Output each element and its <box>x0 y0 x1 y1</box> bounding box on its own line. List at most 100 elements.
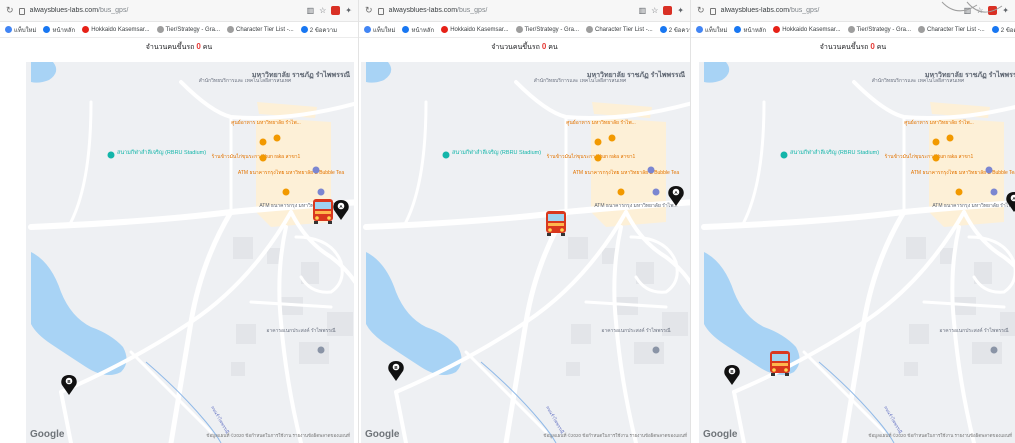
bookmark-item[interactable]: แท็บใหม่ <box>696 25 727 35</box>
bookmark-icon <box>82 26 90 33</box>
passenger-counter: จำนวนคนขึ้นรถ 0 คน <box>359 42 690 56</box>
bookmark-item[interactable]: Tier/Strategy - Gra... <box>847 26 912 33</box>
url-field[interactable]: alwaysblues-labs.com/bus_gps/ <box>30 7 302 14</box>
lock-icon <box>377 8 384 15</box>
google-logo: Google <box>703 429 738 440</box>
atm-icon <box>647 166 655 174</box>
lock-icon <box>709 8 716 15</box>
office-label: สำนักวิทยบริการและ เทคโนโลยีสารสนเทศ <box>534 77 627 84</box>
google-logo: Google <box>365 429 400 440</box>
building <box>909 324 929 344</box>
url-field[interactable]: alwaysblues-labs.com/bus_gps/ <box>389 7 634 14</box>
bus-map[interactable]: มหาวิทยาลัย ราชภัฏ รำไพพรรณี สำนักวิทยบร… <box>26 62 354 443</box>
bookmark-icon <box>515 26 523 33</box>
bookmark-label: Tier/Strategy - Gra... <box>856 26 912 33</box>
building <box>634 342 664 364</box>
atm-2-label: ATM ธนาคารกรุง มหาวิทยาลัย รำไพ... <box>932 202 1015 209</box>
hall-label: อาคารอเนกประสงค์ รำไพพรรณี <box>601 327 671 334</box>
bookmark-item[interactable]: Tier/Strategy - Gra... <box>515 26 579 33</box>
cafe-icon <box>955 188 963 196</box>
bus-icon[interactable] <box>770 351 790 376</box>
stadium-label: สนามกีฬาสำลีเจริญ (RBRU Stadium) <box>790 149 879 156</box>
atm-icon <box>990 188 998 196</box>
bookmark-item[interactable]: แท็บใหม่ <box>5 25 36 35</box>
khun-raka-label: ร้านข้าวมันไก่ขุนระกา Khun raka สาขา1 <box>884 153 973 160</box>
restaurant-icon <box>608 134 616 142</box>
map-footer[interactable]: ข้อมูลแผนที่ ©2020 ข้อกำหนดในการใช้งาน ร… <box>543 432 687 439</box>
map-footer[interactable]: ข้อมูลแผนที่ ©2020 ข้อกำหนดในการใช้งาน ร… <box>868 432 1012 439</box>
browser-window-2: ↻ alwaysblues-labs.com/bus_gps/ ▥ ☆ ✦ แท… <box>358 0 690 443</box>
building <box>906 237 926 259</box>
bookmark-item[interactable]: แท็บใหม่ <box>364 25 395 35</box>
bookmark-icon <box>441 26 449 33</box>
bookmark-item[interactable]: Hokkaido Kasemsar... <box>773 26 841 33</box>
star-icon[interactable]: ☆ <box>651 6 658 15</box>
bookmark-label: แท็บใหม่ <box>705 27 728 34</box>
bookmark-item[interactable]: Character Tier List -... <box>586 26 653 33</box>
reload-icon[interactable]: ↻ <box>697 5 705 16</box>
bookmark-label: หน้าหลัก <box>411 27 435 34</box>
reload-icon[interactable]: ↻ <box>365 5 373 16</box>
stadium-label: สนามกีฬาสำลีเจริญ (RBRU Stadium) <box>117 149 206 156</box>
bookmark-label: Hokkaido Kasemsar... <box>450 26 509 33</box>
stop-a-marker[interactable]: A <box>1006 192 1015 212</box>
building <box>972 342 1002 364</box>
extension-icon[interactable] <box>331 6 341 15</box>
bookmark-icon <box>364 26 371 33</box>
extension-icon[interactable] <box>663 6 673 15</box>
atm-2-label: ATM ธนาคารกรุง มหาวิทยาลัย รำไพ... <box>594 202 677 209</box>
map-footer[interactable]: ข้อมูลแผนที่ ©2020 ข้อกำหนดในการใช้งาน ร… <box>206 432 350 439</box>
cafe-icon <box>617 188 625 196</box>
url-field[interactable]: alwaysblues-labs.com/bus_gps/ <box>721 7 959 14</box>
passenger-counter: จำนวนคนขึ้นรถ 0 คน <box>0 42 358 56</box>
bus-map[interactable]: มหาวิทยาลัย ราชภัฏ รำไพพรรณี สำนักวิทยบร… <box>699 62 1015 443</box>
bookmark-icon <box>773 26 781 33</box>
bus-map[interactable]: มหาวิทยาลัย ราชภัฏ รำไพพรรณี สำนักวิทยบร… <box>361 62 690 443</box>
bookmark-icon <box>402 26 410 33</box>
restaurant-icon <box>273 134 281 142</box>
bookmark-item[interactable]: 2 ข้อความ <box>991 25 1015 35</box>
bookmark-item[interactable]: 2 ข้อความ <box>659 25 690 35</box>
bus-icon[interactable] <box>546 211 566 236</box>
stop-b-marker[interactable]: B <box>388 361 404 381</box>
atm-icon <box>312 166 320 174</box>
bookmark-item[interactable]: หน้าหลัก <box>402 25 434 35</box>
translate-icon[interactable]: ▥ <box>639 6 647 15</box>
restaurant-icon <box>259 138 267 146</box>
scribble-decoration <box>941 1 1003 13</box>
bookmark-item[interactable]: Hokkaido Kasemsar... <box>82 26 150 33</box>
bookmark-item[interactable]: Tier/Strategy - Gra... <box>156 26 220 33</box>
counter-unit: คน <box>548 44 558 51</box>
building <box>566 362 580 376</box>
cafe-icon <box>282 188 290 196</box>
star-icon[interactable]: ☆ <box>319 6 326 15</box>
bookmark-item[interactable]: Character Tier List -... <box>918 26 985 33</box>
building <box>236 324 256 344</box>
road <box>404 100 428 224</box>
atm-bubble-label: ATM ธนาคารกรุงไทย มหาวิทยาลัย & Bubble T… <box>573 169 679 176</box>
bus-icon[interactable] <box>313 199 333 224</box>
bookmark-label: หน้าหลัก <box>743 27 767 34</box>
road <box>742 100 766 224</box>
bookmark-icon <box>847 26 855 33</box>
bookmark-item[interactable]: หน้าหลัก <box>43 25 75 35</box>
restaurant-icon <box>946 134 954 142</box>
bookmark-item[interactable]: Character Tier List -... <box>227 26 294 33</box>
lake <box>31 252 127 376</box>
puzzle-icon[interactable]: ✦ <box>677 6 684 15</box>
bookmark-icon <box>918 26 926 33</box>
bookmark-item[interactable]: 2 ข้อความ <box>300 25 337 35</box>
bookmark-item[interactable]: หน้าหลัก <box>734 25 766 35</box>
translate-icon[interactable]: ▥ <box>307 6 315 15</box>
lake <box>366 252 462 376</box>
counter-value: 0 <box>196 42 201 51</box>
restaurant-icon <box>932 154 940 162</box>
atm-bubble-label: ATM ธนาคารกรุงไทย มหาวิทยาลัย & Bubble T… <box>238 169 344 176</box>
puzzle-icon[interactable]: ✦ <box>345 6 352 15</box>
stop-b-marker[interactable]: B <box>724 365 740 385</box>
stop-a-marker[interactable]: A <box>333 200 349 220</box>
hall-label: อาคารอเนกประสงค์ รำไพพรรณี <box>266 327 336 334</box>
atm-icon <box>317 188 325 196</box>
bookmark-item[interactable]: Hokkaido Kasemsar... <box>441 26 509 33</box>
reload-icon[interactable]: ↻ <box>6 5 14 16</box>
